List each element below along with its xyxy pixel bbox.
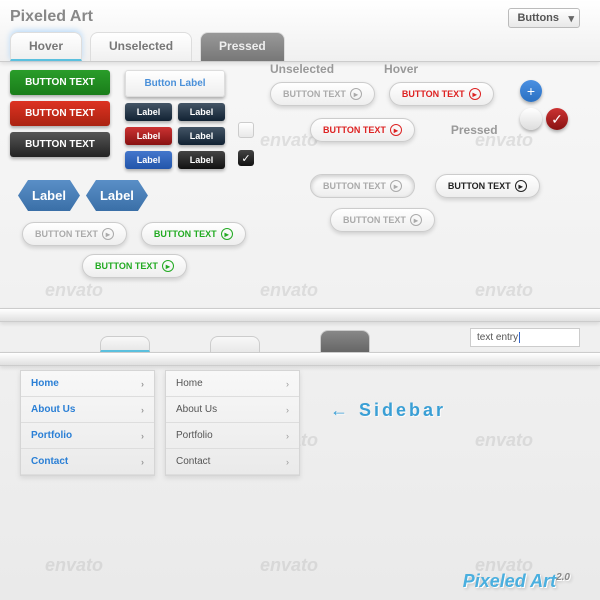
category-dropdown[interactable]: Buttons <box>508 8 580 28</box>
tab-unselected[interactable]: Unselected <box>90 32 192 61</box>
button-small-navy[interactable]: Label <box>178 103 225 121</box>
pill-button-pressed[interactable]: BUTTON TEXT▸ <box>310 174 415 198</box>
header: Pixeled Art Buttons Hover Unselected Pre… <box>0 0 600 62</box>
main-content: BUTTON TEXT BUTTON TEXT BUTTON TEXT Butt… <box>0 62 600 82</box>
chevron-icon: › <box>286 457 289 467</box>
chevron-icon: › <box>286 405 289 415</box>
sidebar-item-contact[interactable]: Contact› <box>21 449 154 475</box>
pill-button-gray[interactable]: BUTTON TEXT▸ <box>270 82 375 106</box>
pill-button-red[interactable]: BUTTON TEXT▸ <box>310 118 415 142</box>
hex-button[interactable]: Label <box>18 180 80 211</box>
pill-button-dark[interactable]: BUTTON TEXT▸ <box>435 174 540 198</box>
column-label-pressed: Pressed <box>451 123 498 137</box>
button-red[interactable]: BUTTON TEXT <box>10 101 110 126</box>
circle-button-white[interactable] <box>520 108 542 130</box>
chevron-icon: › <box>141 379 144 389</box>
button-white[interactable]: Button Label <box>125 70 225 97</box>
sidebar-gray: Home› About Us› Portfolio› Contact› <box>165 370 300 476</box>
arrow-icon: ▸ <box>350 88 362 100</box>
button-small-black[interactable]: Label <box>178 151 225 169</box>
circle-button-check[interactable]: ✓ <box>546 108 568 130</box>
watermark: envato <box>475 430 533 451</box>
state-tabs: Hover Unselected Pressed <box>10 32 590 61</box>
divider <box>0 308 600 322</box>
hex-button[interactable]: Label <box>86 180 148 211</box>
pill-button-green[interactable]: BUTTON TEXT▸ <box>141 222 246 246</box>
arrow-icon: ▸ <box>410 214 422 226</box>
watermark: envato <box>260 280 318 301</box>
bottom-tab[interactable] <box>210 336 260 352</box>
chevron-icon: › <box>141 405 144 415</box>
pill-button-gray[interactable]: BUTTON TEXT▸ <box>22 222 127 246</box>
button-small-red[interactable]: Label <box>125 127 172 145</box>
watermark: envato <box>260 555 318 576</box>
circle-button-plus[interactable]: + <box>520 80 542 102</box>
pill-button-red[interactable]: BUTTON TEXT▸ <box>389 82 494 106</box>
button-green[interactable]: BUTTON TEXT <box>10 70 110 95</box>
column-label-hover: Hover <box>384 62 418 76</box>
button-small-blue[interactable]: Label <box>125 151 172 169</box>
text-input[interactable]: text entry <box>470 328 580 347</box>
column-label-unselected: Unselected <box>270 62 334 76</box>
arrow-icon: ▸ <box>515 180 527 192</box>
page-title: Pixeled Art <box>10 8 590 26</box>
bottom-tab-active[interactable] <box>320 330 370 352</box>
button-small-navy[interactable]: Label <box>178 127 225 145</box>
arrow-icon: ▸ <box>390 180 402 192</box>
button-small-navy[interactable]: Label <box>125 103 172 121</box>
watermark: envato <box>45 555 103 576</box>
arrow-icon: ▸ <box>469 88 481 100</box>
tab-pressed[interactable]: Pressed <box>200 32 285 61</box>
chevron-icon: › <box>286 379 289 389</box>
sidebar-item-home[interactable]: Home› <box>21 371 154 397</box>
logo: Pixeled Art2.0 <box>463 571 570 592</box>
sidebar-item-portfolio[interactable]: Portfolio› <box>166 423 299 449</box>
checkbox-unchecked[interactable] <box>238 122 254 138</box>
button-dark[interactable]: BUTTON TEXT <box>10 132 110 157</box>
chevron-icon: › <box>141 457 144 467</box>
pill-button-gray[interactable]: BUTTON TEXT▸ <box>330 208 435 232</box>
arrow-icon: ▸ <box>102 228 114 240</box>
arrow-icon: ▸ <box>221 228 233 240</box>
sidebar-item-about[interactable]: About Us› <box>166 397 299 423</box>
bottom-tab[interactable] <box>100 336 150 352</box>
arrow-icon: ▸ <box>162 260 174 272</box>
sidebar-heading: ← Sidebar <box>330 400 446 476</box>
sidebar-blue: Home› About Us› Portfolio› Contact› <box>20 370 155 476</box>
chevron-icon: › <box>141 431 144 441</box>
arrow-icon: ▸ <box>390 124 402 136</box>
sidebar-item-about[interactable]: About Us› <box>21 397 154 423</box>
watermark: envato <box>475 280 533 301</box>
checkbox-checked[interactable]: ✓ <box>238 150 254 166</box>
tab-hover[interactable]: Hover <box>10 32 82 61</box>
sidebar-item-home[interactable]: Home› <box>166 371 299 397</box>
pill-button-green[interactable]: BUTTON TEXT▸ <box>82 254 187 278</box>
sidebar-item-portfolio[interactable]: Portfolio› <box>21 423 154 449</box>
chevron-icon: › <box>286 431 289 441</box>
sidebar-item-contact[interactable]: Contact› <box>166 449 299 475</box>
